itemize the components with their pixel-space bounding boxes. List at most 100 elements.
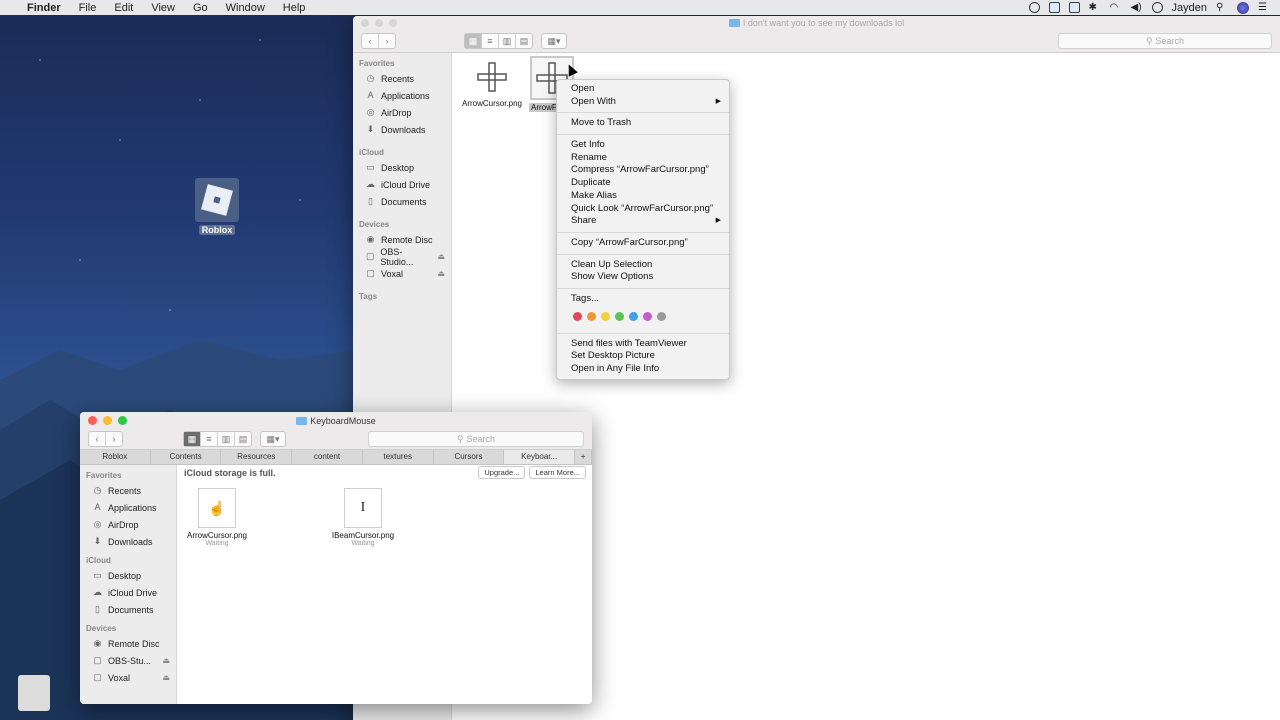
sidebar-item-obs-studio[interactable]: ▢ OBS-Studio... ⏏ (353, 247, 451, 267)
menu-item-move-to-trash[interactable]: Move to Trash (557, 117, 729, 130)
menu-finder[interactable]: Finder (18, 2, 70, 14)
tag-color-dot-4[interactable] (615, 311, 624, 321)
menu-item-any-file-info[interactable]: Open in Any File Info (557, 363, 729, 376)
bluetooth-icon[interactable]: ✱ (1089, 2, 1101, 14)
search-field[interactable]: ⚲ Search (1058, 33, 1272, 49)
sidebar-item-airdrop[interactable]: ◎ AirDrop (353, 104, 451, 121)
user-name[interactable]: Jayden (1172, 2, 1207, 14)
sidebar-item-voxal[interactable]: ▢ Voxal ⏏ (80, 669, 176, 686)
sidebar-item-obs-studio[interactable]: ▢ OBS-Stu... ⏏ (80, 652, 176, 669)
eject-icon[interactable]: ⏏ (162, 656, 170, 665)
file-item-arrowcursor[interactable]: ArrowCursor.png (457, 58, 527, 108)
menu-view[interactable]: View (142, 2, 184, 14)
menu-item-duplicate[interactable]: Duplicate (557, 177, 729, 190)
sidebar-item-desktop[interactable]: ▭ Desktop (353, 159, 451, 176)
icon-view-icon[interactable]: ▦ (184, 432, 201, 446)
sidebar-header-favorites: Favorites (86, 471, 122, 480)
tab-content[interactable]: content (292, 450, 363, 464)
column-view-icon[interactable]: ▥ (499, 34, 516, 48)
gallery-view-icon[interactable]: ▤ (235, 432, 251, 446)
menu-item-clean-up[interactable]: Clean Up Selection (557, 259, 729, 272)
teamviewer-status-icon[interactable] (1048, 2, 1060, 13)
tab-textures[interactable]: textures (363, 450, 434, 464)
wifi-icon[interactable]: ◠ (1110, 2, 1122, 14)
sidebar-item-remote-disc[interactable]: ◉ Remote Disc (80, 635, 176, 652)
tag-color-dot-2[interactable] (587, 311, 596, 321)
tab-cursors[interactable]: Cursors (434, 450, 505, 464)
disk-image-icon[interactable] (18, 675, 50, 711)
menu-go[interactable]: Go (184, 2, 217, 14)
tab-roblox[interactable]: Roblox (80, 450, 151, 464)
eject-icon[interactable]: ⏏ (162, 673, 170, 682)
menu-item-get-info[interactable]: Get Info (557, 139, 729, 152)
search-field[interactable]: ⚲ Search (368, 431, 584, 447)
tab-resources[interactable]: Resources (221, 450, 293, 464)
tag-color-dot-6[interactable] (643, 311, 652, 321)
menu-item-view-options[interactable]: Show View Options (557, 271, 729, 284)
learn-more-button[interactable]: Learn More... (529, 466, 586, 479)
back-button[interactable]: ‹ (362, 34, 379, 48)
sidebar-item-remote-disc[interactable]: ◉ Remote Disc (353, 231, 451, 248)
desktop-icon-roblox[interactable]: Roblox (193, 178, 241, 236)
clock-icon[interactable] (1151, 2, 1163, 13)
back-button[interactable]: ‹ (89, 432, 106, 446)
sidebar-item-downloads[interactable]: ⬇ Downloads (80, 533, 176, 550)
arrange-button[interactable]: ▦▾ (260, 431, 286, 447)
menu-window[interactable]: Window (217, 2, 274, 14)
sidebar-item-airdrop[interactable]: ◎ AirDrop (80, 516, 176, 533)
menu-item-tags[interactable]: Tags... (557, 293, 729, 306)
sidebar-item-downloads[interactable]: ⬇ Downloads (353, 121, 451, 138)
notification-center-icon[interactable]: ☰ (1258, 2, 1270, 14)
upgrade-button[interactable]: Upgrade... (478, 466, 526, 479)
menu-item-teamviewer[interactable]: Send files with TeamViewer (557, 338, 729, 351)
sidebar-item-applications[interactable]: A Applications (353, 87, 451, 104)
arrange-button[interactable]: ▦▾ (541, 33, 567, 49)
tab-contents[interactable]: Contents (151, 450, 222, 464)
window-titlebar[interactable]: KeyboardMouse (80, 412, 592, 429)
sidebar-item-applications[interactable]: A Applications (80, 499, 176, 516)
menu-item-make-alias[interactable]: Make Alias (557, 190, 729, 203)
list-view-icon[interactable]: ≡ (201, 432, 218, 446)
screen-record-status-icon[interactable] (1068, 2, 1080, 13)
tag-color-dot-7[interactable] (657, 311, 666, 321)
column-view-icon[interactable]: ▥ (218, 432, 235, 446)
icon-view-icon[interactable]: ▦ (465, 34, 482, 48)
tag-color-dot-1[interactable] (573, 311, 582, 321)
forward-button[interactable]: › (379, 34, 395, 48)
menu-edit[interactable]: Edit (105, 2, 142, 14)
menu-item-rename[interactable]: Rename (557, 152, 729, 165)
sidebar-item-desktop[interactable]: ▭ Desktop (80, 567, 176, 584)
menu-item-share[interactable]: Share ▶ (557, 215, 729, 228)
eject-icon[interactable]: ⏏ (437, 269, 445, 278)
sidebar-item-documents[interactable]: ▯ Documents (353, 193, 451, 210)
tab-keyboardmouse[interactable]: Keyboar... (504, 450, 576, 464)
menu-item-compress[interactable]: Compress “ArrowFarCursor.png” (557, 164, 729, 177)
eject-icon[interactable]: ⏏ (437, 252, 445, 261)
menu-file[interactable]: File (70, 2, 106, 14)
window-titlebar[interactable]: I don't want you to see my downloads lol (353, 16, 1280, 30)
sidebar-item-recents[interactable]: ◷ Recents (80, 482, 176, 499)
sidebar-item-voxal[interactable]: ▢ Voxal ⏏ (353, 265, 451, 282)
gallery-view-icon[interactable]: ▤ (516, 34, 532, 48)
tag-color-dot-5[interactable] (629, 311, 638, 321)
siri-icon[interactable] (1237, 1, 1249, 14)
list-view-icon[interactable]: ≡ (482, 34, 499, 48)
menu-item-desktop-picture[interactable]: Set Desktop Picture (557, 350, 729, 363)
sidebar-item-documents[interactable]: ▯ Documents (80, 601, 176, 618)
menu-item-quick-look[interactable]: Quick Look “ArrowFarCursor.png” (557, 203, 729, 216)
forward-button[interactable]: › (106, 432, 122, 446)
menu-item-copy[interactable]: Copy “ArrowFarCursor.png” (557, 237, 729, 250)
spotlight-search-icon[interactable]: ⚲ (1216, 2, 1228, 14)
tag-color-dot-3[interactable] (601, 311, 610, 321)
volume-icon[interactable]: ◀) (1131, 2, 1143, 14)
menu-help[interactable]: Help (274, 2, 315, 14)
new-tab-button[interactable]: + (575, 450, 592, 464)
menu-item-open[interactable]: Open (557, 83, 729, 96)
sidebar-item-icloud-drive[interactable]: ☁ iCloud Drive (353, 176, 451, 193)
file-item-arrowcursor[interactable]: ☝ ArrowCursor.png Waiting (184, 488, 250, 547)
menu-item-open-with[interactable]: Open With ▶ (557, 96, 729, 109)
obs-status-icon[interactable] (1028, 2, 1040, 13)
sidebar-item-recents[interactable]: ◷ Recents (353, 70, 451, 87)
sidebar-item-icloud-drive[interactable]: ☁ iCloud Drive (80, 584, 176, 601)
file-item-ibeamcursor[interactable]: I IBeamCursor.png Waiting (330, 488, 396, 547)
